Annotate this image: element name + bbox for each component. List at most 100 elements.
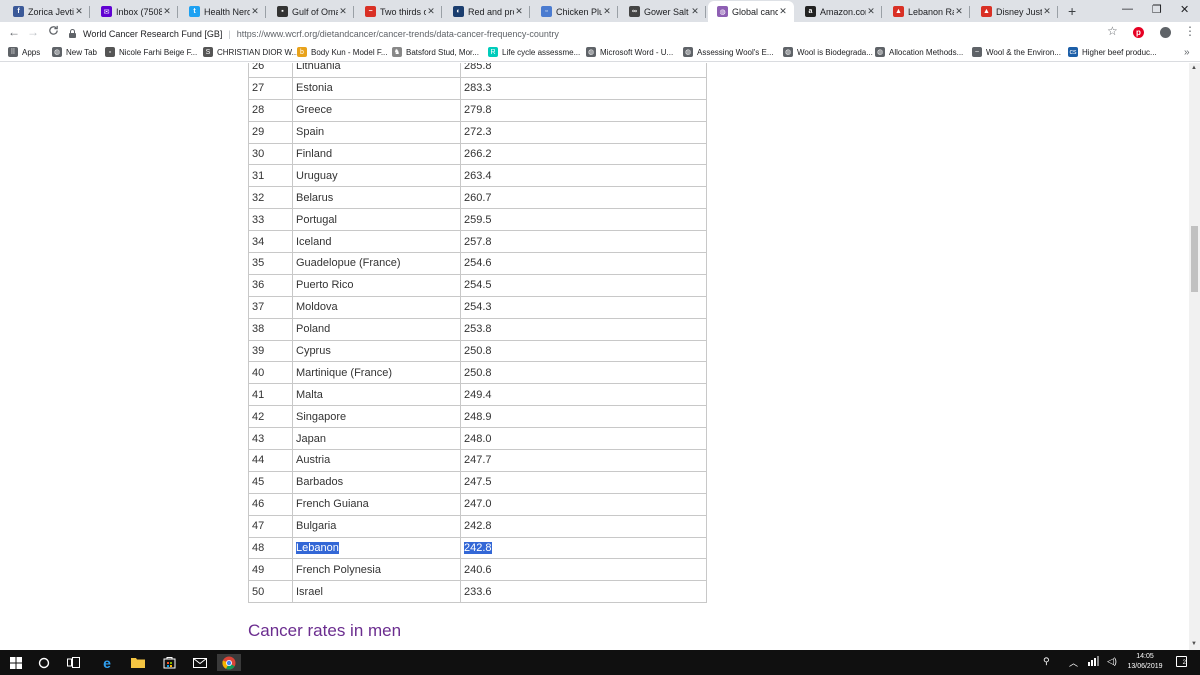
scroll-down-arrow-icon[interactable]: ▼ bbox=[1191, 641, 1197, 647]
file-explorer-icon[interactable] bbox=[127, 654, 149, 671]
browser-tab[interactable]: ▲ Lebanon Rank✕ bbox=[884, 1, 970, 22]
search-button[interactable] bbox=[34, 654, 54, 671]
bookmark-item[interactable]: S CHRISTIAN DIOR W... bbox=[203, 47, 298, 57]
country-cell-text: Moldova bbox=[296, 301, 338, 314]
bookmark-item[interactable]: ~ Wool & the Environ... bbox=[972, 47, 1061, 57]
tab-title: Gulf of Oman bbox=[292, 6, 338, 17]
reload-button[interactable] bbox=[48, 25, 59, 39]
bookmark-item[interactable]: ♞ Batsford Stud, Mor... bbox=[392, 47, 479, 57]
browser-tab[interactable]: ◐ Red and proce✕ bbox=[444, 1, 530, 22]
url-text[interactable]: https://www.wcrf.org/dietandcancer/cance… bbox=[237, 29, 559, 39]
task-view-button[interactable] bbox=[63, 654, 83, 671]
cortana-circle-icon bbox=[38, 657, 50, 668]
scrollbar-thumb[interactable] bbox=[1191, 226, 1198, 292]
twitter-icon: t bbox=[189, 6, 200, 17]
news-icon: ▪ bbox=[277, 6, 288, 17]
country-cell: Poland bbox=[292, 317, 461, 341]
mask-icon: ∞ bbox=[629, 6, 640, 17]
bookmark-label: Body Kun - Model F... bbox=[311, 47, 388, 57]
scroll-up-arrow-icon[interactable]: ▲ bbox=[1191, 65, 1197, 71]
edge-icon[interactable]: e bbox=[96, 654, 118, 671]
clock-time: 14:05 bbox=[1136, 653, 1154, 660]
bookmarks-overflow-button[interactable]: » bbox=[1184, 47, 1190, 58]
system-clock[interactable]: 14:05 13/06/2019 bbox=[1120, 652, 1170, 672]
browser-tab[interactable]: ▪ Gulf of Oman✕ bbox=[268, 1, 354, 22]
forward-button[interactable]: → bbox=[27, 25, 39, 39]
country-cell-text: French Guiana bbox=[296, 498, 369, 511]
volume-icon[interactable]: ◁) bbox=[1107, 656, 1117, 667]
close-window-button[interactable]: ✕ bbox=[1180, 3, 1189, 16]
close-tab-icon[interactable]: ✕ bbox=[866, 6, 876, 17]
mail-icon[interactable] bbox=[189, 654, 211, 671]
close-tab-icon[interactable]: ✕ bbox=[778, 6, 788, 17]
rank-cell-text: 49 bbox=[252, 563, 265, 576]
network-icon[interactable] bbox=[1088, 656, 1100, 668]
new-tab-button[interactable]: + bbox=[1068, 3, 1076, 19]
bookmark-item[interactable]: ◍ New Tab bbox=[52, 47, 97, 57]
address-separator: | bbox=[228, 28, 231, 39]
close-tab-icon[interactable]: ✕ bbox=[162, 6, 172, 17]
close-tab-icon[interactable]: ✕ bbox=[514, 6, 524, 17]
browser-tab[interactable]: − Two thirds of ✕ bbox=[356, 1, 442, 22]
browser-tab[interactable]: ✉ Inbox (75087)✕ bbox=[92, 1, 178, 22]
browser-toolbar: ← → World Cancer Research Fund [GB] | ht… bbox=[0, 22, 1200, 44]
chrome-taskbar-button[interactable] bbox=[217, 654, 241, 671]
browser-tab[interactable]: ▲ Disney Just Se✕ bbox=[972, 1, 1058, 22]
browser-tab[interactable]: t Health Nerd on✕ bbox=[180, 1, 266, 22]
browser-tab[interactable]: ▫ Chicken Plus✕ bbox=[532, 1, 618, 22]
tab-title: Zorica Jevtic bbox=[28, 6, 74, 17]
country-cell-text: Lithuania bbox=[296, 63, 341, 73]
store-icon[interactable] bbox=[158, 654, 180, 671]
profile-avatar[interactable] bbox=[1160, 27, 1171, 38]
bookmark-item[interactable]: ◍ Microsoft Word - U... bbox=[586, 47, 673, 57]
close-tab-icon[interactable]: ✕ bbox=[1042, 6, 1052, 17]
table-row: 32 Belarus 260.7 bbox=[248, 186, 707, 210]
browser-tab[interactable]: f Zorica Jevtic ✕ bbox=[4, 1, 90, 22]
country-cell: Iceland bbox=[292, 230, 461, 254]
close-tab-icon[interactable]: ✕ bbox=[690, 6, 700, 17]
people-icon[interactable]: ⚲ bbox=[1043, 656, 1050, 667]
action-center-icon[interactable]: 2 bbox=[1176, 656, 1187, 667]
bookmark-item[interactable]: cs Higher beef produc... bbox=[1068, 47, 1157, 57]
start-button[interactable] bbox=[6, 654, 26, 671]
rate-cell-text: 247.5 bbox=[464, 476, 492, 489]
page-scrollbar[interactable]: ▲ ▼ bbox=[1189, 63, 1200, 650]
browser-tab[interactable]: a Amazon.com:✕ bbox=[796, 1, 882, 22]
bookmark-item[interactable]: ⠿ Apps bbox=[8, 47, 40, 57]
rank-cell: 41 bbox=[248, 383, 293, 407]
bookmark-item[interactable]: b Body Kun - Model F... bbox=[297, 47, 387, 57]
pinterest-extension-icon[interactable]: p bbox=[1133, 27, 1144, 38]
bookmark-item[interactable]: ◍ Allocation Methods... bbox=[875, 47, 963, 57]
bookmark-item[interactable]: ▫ Nicole Farhi Beige F... bbox=[105, 47, 197, 57]
bookmark-item[interactable]: R Life cycle assessme... bbox=[488, 47, 580, 57]
wcrf-icon: ◍ bbox=[717, 6, 728, 17]
restore-button[interactable]: ❐ bbox=[1152, 3, 1162, 16]
rate-cell-text: 254.5 bbox=[464, 279, 492, 292]
menu-kebab-icon[interactable]: ⋮ bbox=[1184, 24, 1196, 38]
tab-separator bbox=[705, 6, 706, 18]
bookmark-star-icon[interactable]: ☆ bbox=[1107, 24, 1118, 38]
country-cell-text: Finland bbox=[296, 148, 333, 160]
rank-cell-text: 39 bbox=[252, 345, 265, 358]
minimize-button[interactable]: — bbox=[1122, 3, 1133, 15]
bookmark-item[interactable]: ◍ Wool is Biodegrada... bbox=[783, 47, 873, 57]
close-tab-icon[interactable]: ✕ bbox=[250, 6, 260, 17]
country-cell: Moldova bbox=[292, 295, 461, 319]
rank-cell: 27 bbox=[248, 76, 293, 100]
close-tab-icon[interactable]: ✕ bbox=[954, 6, 964, 17]
close-tab-icon[interactable]: ✕ bbox=[74, 6, 84, 17]
address-bar[interactable]: World Cancer Research Fund [GB] | https:… bbox=[68, 25, 1130, 42]
show-hidden-icons-chevron-icon[interactable]: ︿ bbox=[1069, 656, 1078, 669]
bookmark-item[interactable]: ◍ Assessing Wool's E... bbox=[683, 47, 774, 57]
close-tab-icon[interactable]: ✕ bbox=[338, 6, 348, 17]
browser-tab[interactable]: ◍ Global cancer✕ bbox=[708, 1, 794, 22]
close-tab-icon[interactable]: ✕ bbox=[426, 6, 436, 17]
table-row: 44 Austria 247.7 bbox=[248, 449, 707, 472]
rank-cell-text: 33 bbox=[252, 213, 265, 226]
browser-tab[interactable]: ∞ Gower Salt Ma✕ bbox=[620, 1, 706, 22]
rank-cell-text: 30 bbox=[252, 148, 265, 160]
site-name: World Cancer Research Fund [GB] bbox=[83, 28, 223, 39]
close-tab-icon[interactable]: ✕ bbox=[602, 6, 612, 17]
back-button[interactable]: ← bbox=[8, 25, 20, 39]
page-icon: ▫ bbox=[541, 6, 552, 17]
